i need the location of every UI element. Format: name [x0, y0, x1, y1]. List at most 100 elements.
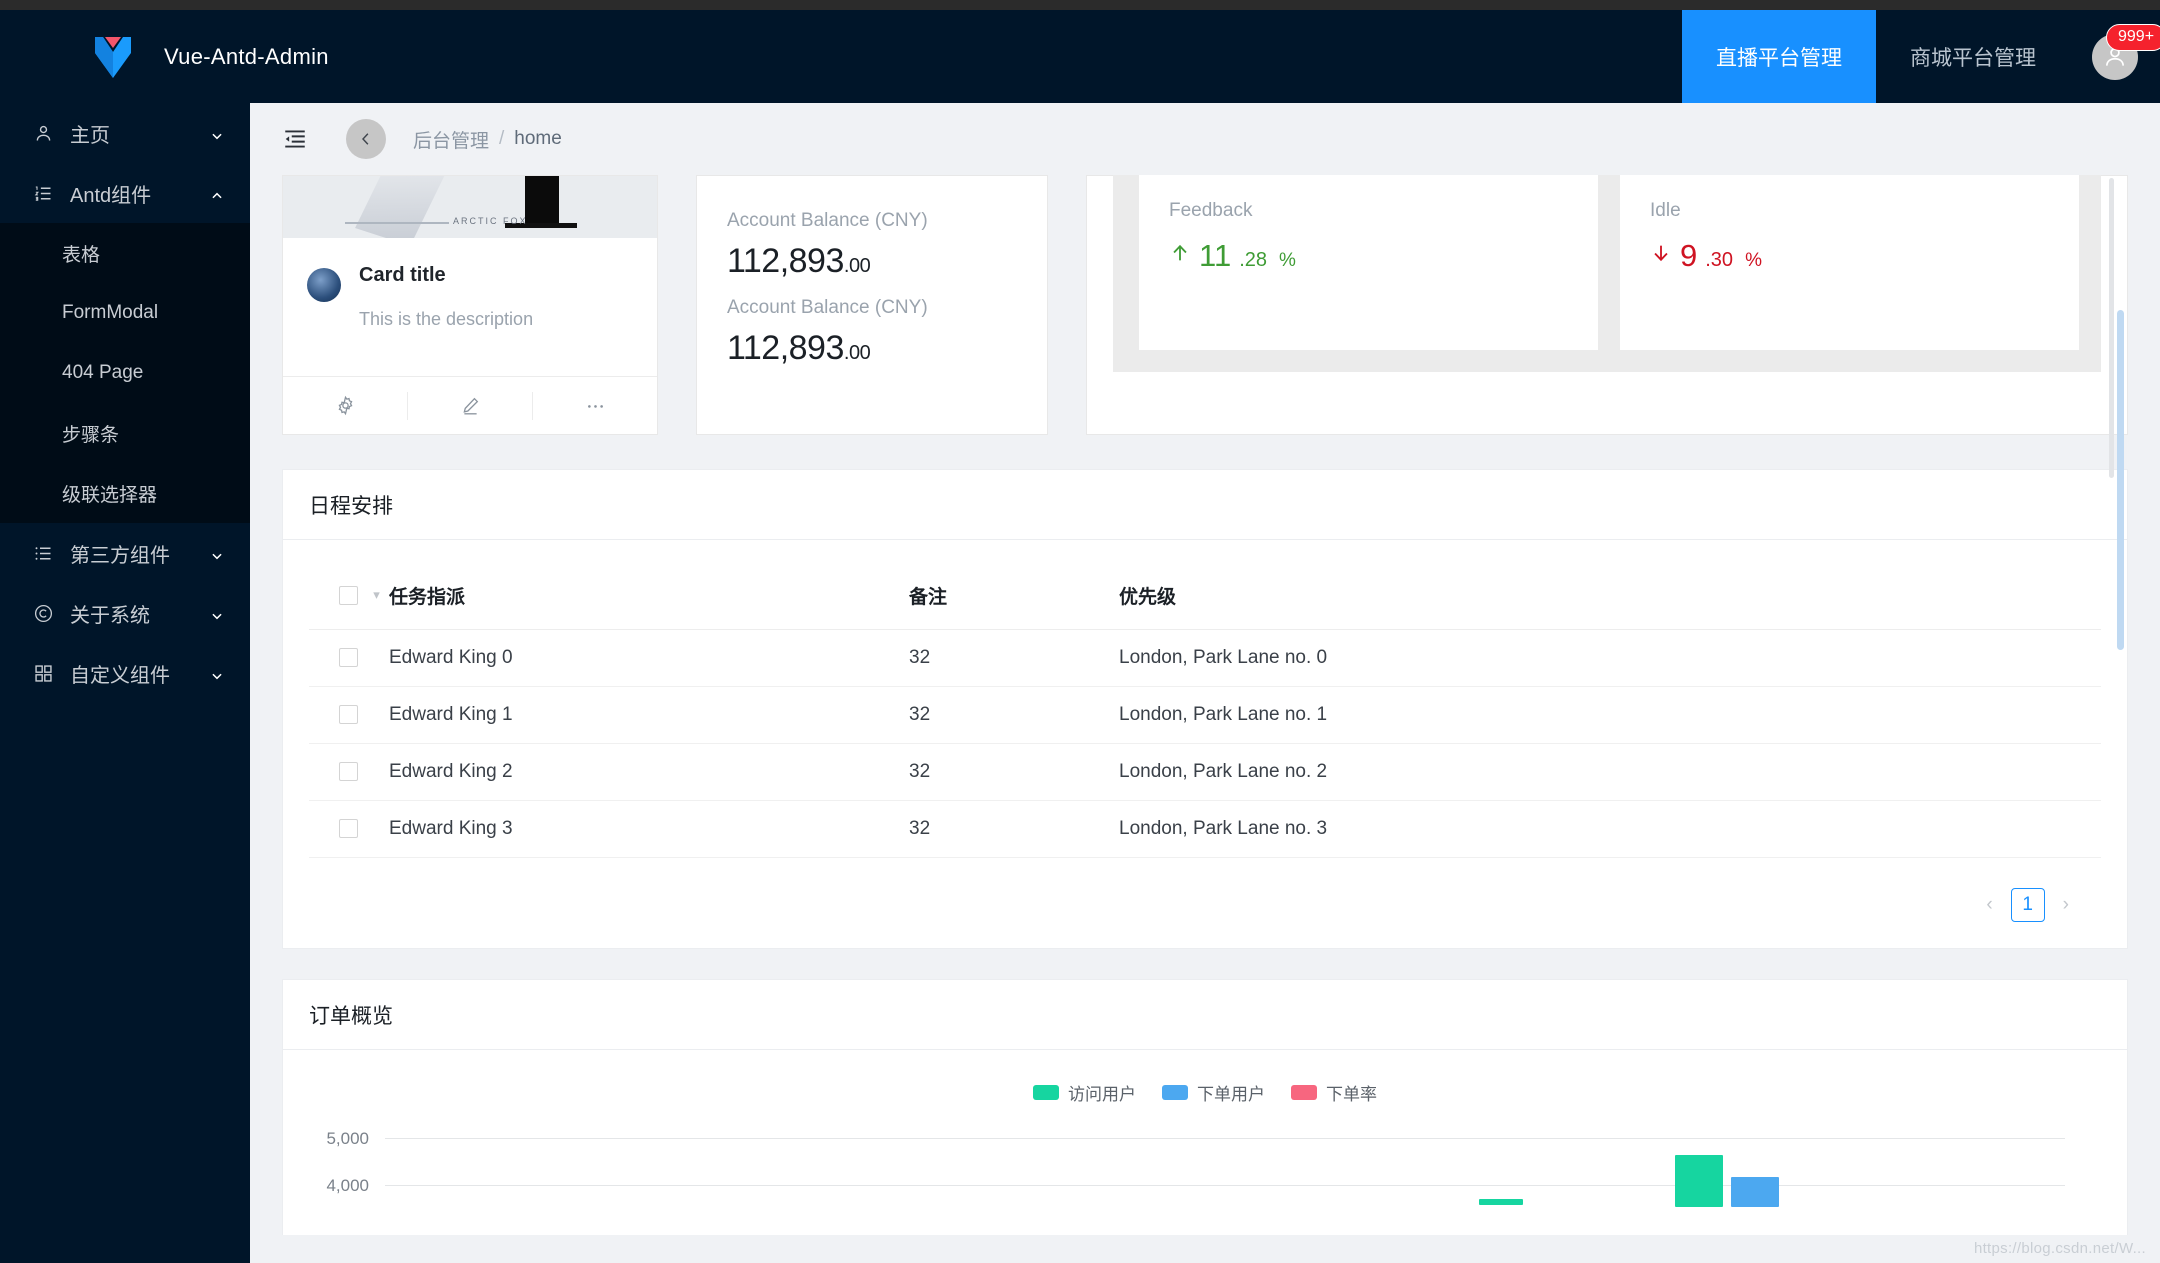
pagination: ‹ 1 › — [309, 858, 2101, 922]
sidebar-item-label: Antd组件 — [70, 184, 152, 207]
appstore-icon — [30, 663, 56, 684]
legend-item-order-rate[interactable]: 下单率 — [1291, 1080, 1377, 1105]
content-area: ARCTIC FOX Card title This is the descri… — [282, 175, 2128, 1235]
cell-priority: London, Park Lane no. 0 — [1119, 629, 2101, 687]
avatar-area[interactable]: 999+ — [2070, 10, 2160, 103]
stat-label: Feedback — [1169, 200, 1253, 221]
balance-card: Account Balance (CNY) 112,893.00 Account… — [696, 175, 1048, 435]
cover-shape-line — [345, 222, 449, 224]
row-checkbox[interactable] — [339, 819, 358, 839]
logo-area[interactable]: Vue-Antd-Admin — [0, 10, 328, 103]
chevron-down-icon — [210, 606, 224, 620]
cover-shape-block — [525, 176, 559, 224]
table-row[interactable]: Edward King 3 32 London, Park Lane no. 3 — [309, 800, 2101, 858]
legend-item-buyers[interactable]: 下单用户 — [1162, 1080, 1265, 1105]
schedule-table-wrap: ▾ 任务指派 备注 优先级 Edward King 0 32 London, P… — [283, 540, 2127, 948]
row-checkbox[interactable] — [339, 648, 358, 668]
cover-shape-leg — [355, 176, 459, 238]
legend-label: 下单用户 — [1197, 1085, 1265, 1104]
card-description: This is the description — [359, 309, 534, 329]
stat-unit: % — [1745, 250, 1762, 271]
balance-decimals: .00 — [843, 255, 871, 277]
breadcrumb-separator: / — [499, 128, 505, 149]
sidebar-item-antd-components[interactable]: Antd组件 — [0, 163, 250, 223]
avatar — [307, 268, 341, 302]
select-all-checkbox[interactable] — [339, 585, 358, 605]
stat-idle: Idle 9 .30 % — [1620, 175, 2079, 350]
sidebar-item-cascader[interactable]: 级联选择器 — [0, 463, 250, 523]
table-row[interactable]: Edward King 2 32 London, Park Lane no. 2 — [309, 743, 2101, 801]
chart-plot-area: 5,000 4,000 — [309, 1129, 2101, 1235]
balance-value: 112,893.00 — [727, 242, 1017, 281]
cell-note: 32 — [909, 800, 1119, 858]
chevron-left-icon[interactable]: ‹ — [1980, 894, 1998, 916]
stat-unit: % — [1279, 250, 1296, 271]
row-select-cell — [309, 743, 389, 801]
sidebar-item-steps[interactable]: 步骤条 — [0, 403, 250, 463]
panel-title: 日程安排 — [283, 470, 2127, 540]
ellipsis-icon[interactable] — [532, 391, 657, 420]
breadcrumb-root[interactable]: 后台管理 — [413, 126, 489, 153]
sidebar-item-formmodal[interactable]: FormModal — [0, 283, 250, 343]
inner-scrollbar-thumb[interactable] — [2109, 178, 2114, 478]
y-axis-tick-label: 4,000 — [326, 1176, 369, 1195]
chart-legend: 访问用户 下单用户 下单率 — [309, 1080, 2101, 1105]
order-overview-panel: 订单概览 访问用户 下单用户 下单率 5,000 4,000 — [282, 979, 2128, 1235]
back-button[interactable] — [346, 119, 386, 159]
stat-decimals: .30 — [1705, 249, 1734, 271]
edit-pencil-icon[interactable] — [407, 391, 532, 420]
y-axis-tick-label: 5,000 — [326, 1129, 369, 1148]
vue-antd-logo-icon — [92, 33, 134, 81]
legend-swatch-icon — [1162, 1085, 1188, 1100]
tab-mall-platform[interactable]: 商城平台管理 — [1876, 10, 2070, 103]
table-body: Edward King 0 32 London, Park Lane no. 0… — [309, 629, 2101, 858]
column-header-note: 备注 — [909, 568, 1119, 630]
list-icon — [30, 543, 56, 564]
sidebar-item-table[interactable]: 表格 — [0, 223, 250, 283]
menu-fold-icon[interactable] — [282, 126, 308, 152]
scrollbar-thumb[interactable] — [2117, 310, 2124, 650]
stat-feedback: Feedback 11 .28 % — [1139, 175, 1598, 350]
sidebar-item-about-system[interactable]: 关于系统 — [0, 583, 250, 643]
chevron-down-icon[interactable]: ▾ — [373, 587, 380, 602]
order-chart: 访问用户 下单用户 下单率 5,000 4,000 — [283, 1050, 2127, 1235]
sidebar-item-third-party-components[interactable]: 第三方组件 — [0, 523, 250, 583]
arrow-up-icon — [1169, 238, 1191, 274]
gridline — [385, 1138, 2065, 1139]
sidebar-submenu-antd: 表格 FormModal 404 Page 步骤条 级联选择器 — [0, 223, 250, 523]
breadcrumb-bar: 后台管理 / home — [250, 103, 2160, 175]
sidebar-item-home[interactable]: 主页 — [0, 103, 250, 163]
legend-item-visitors[interactable]: 访问用户 — [1033, 1080, 1136, 1105]
row-checkbox[interactable] — [339, 705, 358, 725]
breadcrumb: 后台管理 / home — [413, 126, 562, 153]
product-card: ARCTIC FOX Card title This is the descri… — [282, 175, 658, 435]
row-checkbox[interactable] — [339, 762, 358, 782]
top-cards-row: ARCTIC FOX Card title This is the descri… — [282, 175, 2128, 435]
stat-decimals: .28 — [1239, 249, 1267, 271]
balance-amount: 112,893 — [727, 329, 844, 367]
table-row[interactable]: Edward King 0 32 London, Park Lane no. 0 — [309, 629, 2101, 687]
table-row[interactable]: Edward King 1 32 London, Park Lane no. 1 — [309, 686, 2101, 744]
card-cover-image: ARCTIC FOX — [283, 176, 657, 238]
stat-value: 9 .30 % — [1650, 238, 2079, 274]
tab-live-platform[interactable]: 直播平台管理 — [1682, 10, 1876, 103]
table-header: ▾ 任务指派 备注 优先级 — [309, 568, 2101, 630]
select-all-cell: ▾ — [309, 568, 389, 630]
cell-task: Edward King 1 — [389, 686, 909, 744]
sidebar: 主页 Antd组件 表格 FormModal 404 Page 步骤条 级联选择… — [0, 103, 250, 1263]
bar-visitors-2 — [1675, 1155, 1723, 1207]
sidebar-item-404-page[interactable]: 404 Page — [0, 343, 250, 403]
chevron-right-icon[interactable]: › — [2057, 894, 2075, 916]
chevron-down-icon — [210, 126, 224, 140]
column-header-task: 任务指派 — [389, 568, 909, 630]
page-1-button[interactable]: 1 — [2010, 888, 2045, 922]
cell-priority: London, Park Lane no. 2 — [1119, 743, 2101, 801]
column-header-priority: 优先级 — [1119, 568, 2101, 630]
balance-label: Account Balance (CNY) — [727, 210, 928, 231]
user-icon — [30, 123, 56, 144]
breadcrumb-current: home — [514, 128, 562, 149]
sidebar-item-custom-components[interactable]: 自定义组件 — [0, 643, 250, 703]
gear-icon[interactable] — [283, 392, 407, 420]
stat-value: 11 .28 % — [1169, 238, 1598, 274]
sidebar-item-label: 关于系统 — [70, 604, 150, 627]
